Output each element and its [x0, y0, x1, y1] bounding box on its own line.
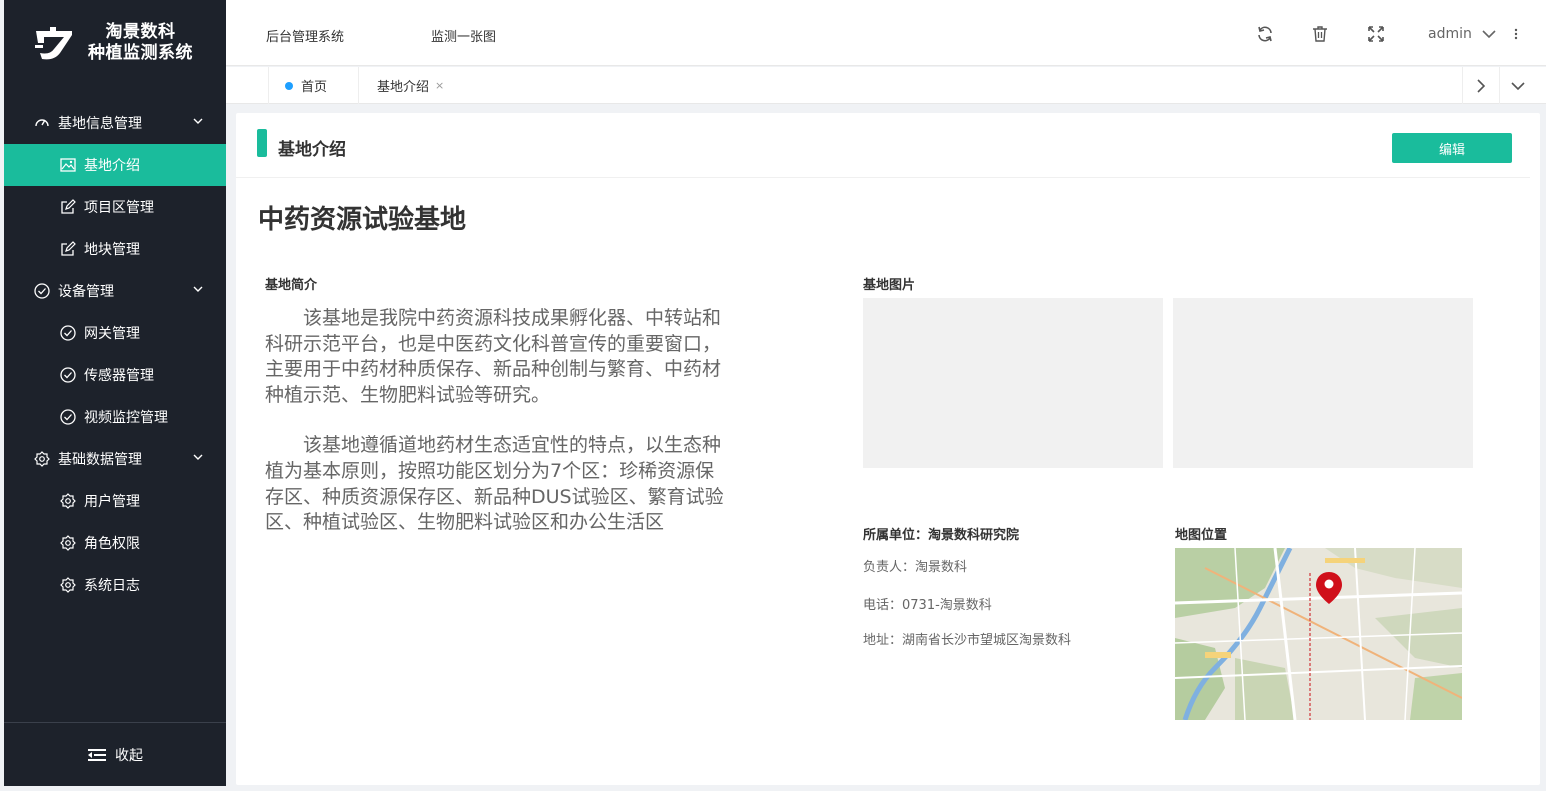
sidebar-item-label: 地块管理 [84, 242, 140, 258]
accent-bar [257, 129, 267, 157]
sidebar-item-label: 传感器管理 [84, 368, 154, 384]
sidebar-item-label: 网关管理 [84, 326, 140, 342]
sidebar-item-label: 项目区管理 [84, 200, 154, 216]
tab-home[interactable]: 首页 [268, 67, 358, 104]
contact-person: 负责人：淘景数科 [863, 560, 968, 575]
sidebar-item-logs[interactable]: 系统日志 [4, 564, 226, 606]
collapse-label: 收起 [115, 747, 143, 764]
chevron-down-icon [193, 286, 203, 292]
intro-text: 该基地是我院中药资源科技成果孵化器、中转站和科研示范平台，也是中医药文化科普宣传… [265, 306, 733, 561]
edit-icon [60, 241, 76, 257]
chevron-down-icon [193, 454, 203, 460]
tab-label: 基地介绍 [377, 80, 430, 95]
address: 地址：湖南省长沙市望城区淘景数科 [863, 633, 1072, 648]
menu-group-devices[interactable]: 设备管理 [4, 270, 226, 312]
logo-line2: 种植监测系统 [88, 43, 193, 63]
sidebar-item-video[interactable]: 视频监控管理 [4, 396, 226, 438]
sidebar-item-label: 角色权限 [84, 536, 140, 552]
tab-label: 首页 [301, 80, 328, 95]
gear-icon [60, 577, 76, 593]
base-name: 中药资源试验基地 [258, 205, 467, 235]
chevron-down-icon [1482, 29, 1496, 39]
menu-group-base-info[interactable]: 基地信息管理 [4, 102, 226, 144]
sidebar: 淘景数科 种植监测系统 基地信息管理 基地介绍 项目区管理 地块管理 设备管理 … [4, 0, 226, 786]
logo-icon [35, 27, 72, 60]
chevron-down-icon [193, 118, 203, 124]
gear-icon [60, 493, 76, 509]
trash-icon[interactable] [1311, 25, 1329, 43]
nav-admin-system[interactable]: 后台管理系统 [266, 26, 344, 45]
username: admin [1428, 26, 1472, 42]
refresh-icon[interactable] [1256, 25, 1274, 43]
image-icon [60, 157, 76, 173]
gear-icon [34, 451, 50, 467]
tabs-next-button[interactable] [1462, 67, 1498, 104]
sidebar-item-users[interactable]: 用户管理 [4, 480, 226, 522]
tabs-menu-button[interactable] [1499, 67, 1535, 104]
intro-paragraph-2: 该基地遵循道地药材生态适宜性的特点，以生态种植为基本原则，按照功能区划分为7个区… [265, 434, 724, 534]
chevron-right-icon [1476, 78, 1485, 93]
menu-group-label: 基地信息管理 [58, 116, 142, 132]
map-image [1175, 548, 1462, 720]
collapse-icon [87, 747, 107, 763]
sidebar-item-label: 用户管理 [84, 494, 140, 510]
tabs-bar: 首页 基地介绍 × [226, 67, 1546, 104]
sidebar-item-roles[interactable]: 角色权限 [4, 522, 226, 564]
sidebar-item-sensor[interactable]: 传感器管理 [4, 354, 226, 396]
content-card: 基地介绍 编辑 中药资源试验基地 基地简介 该基地是我院中药资源科技成果孵化器、… [236, 113, 1540, 785]
edit-icon [60, 199, 76, 215]
dashboard-icon [34, 115, 50, 131]
tab-base-intro[interactable]: 基地介绍 × [358, 67, 448, 104]
active-dot-icon [285, 81, 293, 90]
top-header: 后台管理系统 监测一张图 admin [226, 0, 1546, 66]
menu-group-label: 基础数据管理 [58, 452, 142, 468]
check-circle-icon [60, 367, 76, 383]
sidebar-item-gateway[interactable]: 网关管理 [4, 312, 226, 354]
edit-button[interactable]: 编辑 [1392, 133, 1512, 163]
intro-paragraph-1: 该基地是我院中药资源科技成果孵化器、中转站和科研示范平台，也是中医药文化科普宣传… [265, 307, 722, 406]
intro-label: 基地简介 [265, 278, 318, 293]
user-menu[interactable]: admin [1428, 26, 1496, 42]
sidebar-menu: 基地信息管理 基地介绍 项目区管理 地块管理 设备管理 网关管理 传感器管理 视… [4, 102, 226, 606]
unit-info: 所属单位：淘景数科研究院 [863, 528, 1020, 543]
photos-label: 基地图片 [863, 278, 916, 293]
sidebar-item-plot[interactable]: 地块管理 [4, 228, 226, 270]
base-photo-2[interactable] [1173, 298, 1473, 468]
sidebar-item-label: 基地介绍 [84, 158, 140, 174]
phone-number: 电话：0731-淘景数科 [863, 598, 992, 613]
menu-group-base-data[interactable]: 基础数据管理 [4, 438, 226, 480]
sidebar-item-label: 系统日志 [84, 578, 140, 594]
logo-text: 淘景数科 种植监测系统 [88, 22, 193, 64]
nav-monitor-map[interactable]: 监测一张图 [431, 26, 496, 45]
menu-group-label: 设备管理 [58, 284, 114, 300]
base-photo-1[interactable] [863, 298, 1163, 468]
map-label: 地图位置 [1175, 528, 1228, 543]
section-title: 基地介绍 [278, 140, 346, 160]
more-icon[interactable] [1514, 28, 1518, 40]
logo-line1: 淘景数科 [105, 22, 176, 42]
location-map[interactable] [1175, 548, 1462, 720]
check-circle-icon [60, 325, 76, 341]
fullscreen-icon[interactable] [1367, 25, 1385, 43]
sidebar-item-label: 视频监控管理 [84, 410, 168, 426]
logo: 淘景数科 种植监测系统 [4, 0, 226, 86]
check-circle-icon [60, 409, 76, 425]
gear-icon [60, 535, 76, 551]
sidebar-item-project-area[interactable]: 项目区管理 [4, 186, 226, 228]
chevron-down-icon [1510, 81, 1525, 90]
sidebar-item-base-intro[interactable]: 基地介绍 [4, 144, 226, 186]
card-header: 基地介绍 编辑 [236, 113, 1530, 178]
check-circle-icon [34, 283, 50, 299]
close-icon[interactable]: × [435, 79, 444, 92]
collapse-button[interactable]: 收起 [4, 722, 226, 786]
